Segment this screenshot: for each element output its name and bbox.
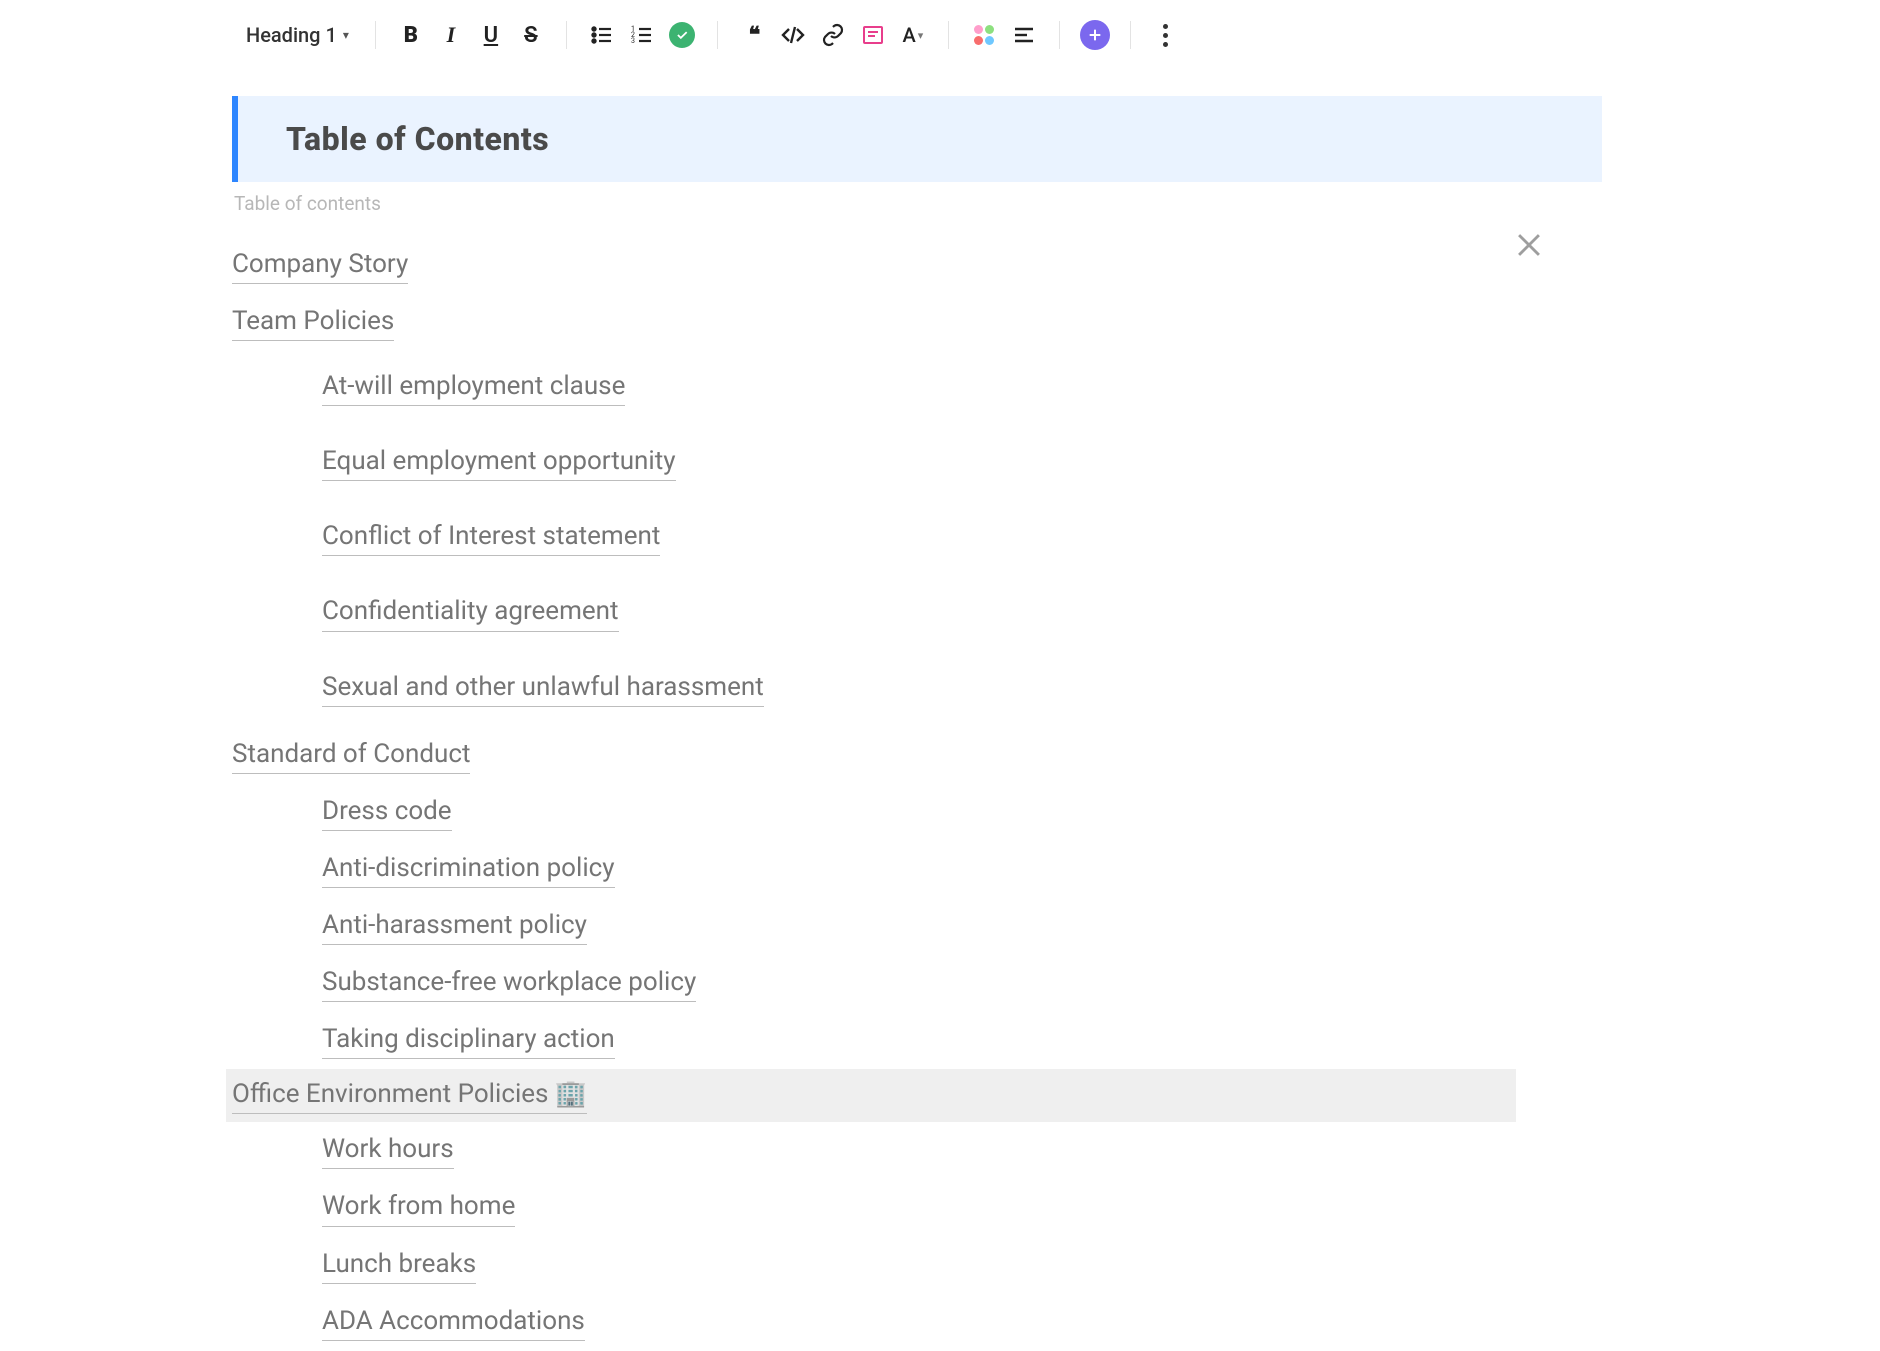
numbered-list-button[interactable]: 1 2 3	[627, 20, 657, 50]
toc-subtitle: Table of contents	[234, 192, 1602, 215]
toc-link[interactable]: Work hours	[322, 1132, 454, 1169]
check-circle-icon	[669, 22, 695, 48]
toc-link[interactable]: Equal employment opportunity	[322, 444, 676, 481]
toc-list: Company Story Team Policies At-will employ…	[232, 237, 1522, 1351]
toc-row: Confidentiality agreement	[232, 576, 1522, 651]
toc-link[interactable]: Substance-free workplace policy	[322, 965, 696, 1002]
toc-row: Taking disciplinary action	[232, 1012, 1522, 1069]
more-options-button[interactable]	[1151, 20, 1181, 50]
close-button[interactable]	[1512, 228, 1546, 266]
toc-row: ADA Accommodations	[232, 1294, 1522, 1351]
link-button[interactable]	[818, 20, 848, 50]
toc-link[interactable]: Lunch breaks	[322, 1247, 476, 1284]
text-color-label: A	[902, 23, 915, 47]
toc-link[interactable]: Conflict of Interest statement	[322, 519, 660, 556]
heading-style-label: Heading 1	[246, 23, 337, 47]
code-block-button[interactable]	[778, 20, 808, 50]
toolbar-separator	[1059, 21, 1060, 49]
toc-link[interactable]: Taking disciplinary action	[322, 1022, 615, 1059]
toc-banner-title: Table of Contents	[286, 120, 1554, 158]
toc-link[interactable]: Anti-harassment policy	[322, 908, 587, 945]
emoji-picker-button[interactable]	[969, 20, 999, 50]
toc-link[interactable]: Team Policies	[232, 304, 394, 341]
toc-row: Anti-discrimination policy	[232, 841, 1522, 898]
toc-link[interactable]: Anti-discrimination policy	[322, 851, 615, 888]
insert-button[interactable]	[1080, 20, 1110, 50]
italic-button[interactable]: I	[436, 20, 466, 50]
editor-toolbar: Heading 1 ▾ B I U S 1 2 3	[240, 12, 1181, 58]
toc-row: Conflict of Interest statement	[232, 501, 1522, 576]
svg-text:3: 3	[631, 37, 635, 45]
toc-link[interactable]: Office Environment Policies 🏢	[232, 1077, 587, 1114]
chevron-down-icon: ▾	[918, 29, 924, 42]
toc-row: Work from home	[232, 1179, 1522, 1236]
toc-row: Company Story	[232, 237, 1522, 294]
toc-row: Standard of Conduct	[232, 727, 1522, 784]
kebab-menu-icon	[1154, 24, 1178, 47]
toc-row: Dress code	[232, 784, 1522, 841]
align-button[interactable]	[1009, 20, 1039, 50]
toc-row: Team Policies	[232, 294, 1522, 351]
chevron-down-icon: ▾	[343, 28, 349, 42]
toolbar-separator	[948, 21, 949, 49]
toolbar-separator	[1130, 21, 1131, 49]
toc-link[interactable]: At-will employment clause	[322, 369, 625, 406]
toc-link[interactable]: Standard of Conduct	[232, 737, 470, 774]
color-dots-icon	[972, 23, 996, 47]
toc-link[interactable]: Work from home	[322, 1189, 515, 1226]
toc-row: At-will employment clause	[232, 351, 1522, 426]
toolbar-separator	[717, 21, 718, 49]
toc-row: Work hours	[232, 1122, 1522, 1179]
bulleted-list-button[interactable]	[587, 20, 617, 50]
heading-style-select[interactable]: Heading 1 ▾	[240, 23, 355, 47]
toc-row: Lunch breaks	[232, 1237, 1522, 1294]
toc-link[interactable]: Confidentiality agreement	[322, 594, 619, 631]
underline-button[interactable]: U	[476, 20, 506, 50]
checklist-button[interactable]	[667, 20, 697, 50]
bold-button[interactable]: B	[396, 20, 426, 50]
toc-row: Sexual and other unlawful harassment	[232, 652, 1522, 727]
strikethrough-button[interactable]: S	[516, 20, 546, 50]
toolbar-separator	[375, 21, 376, 49]
blockquote-button[interactable]: ❝	[738, 20, 768, 50]
toc-link[interactable]: Sexual and other unlawful harassment	[322, 670, 764, 707]
toc-link[interactable]: ADA Accommodations	[322, 1304, 585, 1341]
toc-row: Substance-free workplace policy	[232, 955, 1522, 1012]
toc-link[interactable]: Dress code	[322, 794, 452, 831]
document-content: Table of Contents Table of contents Comp…	[232, 96, 1602, 1351]
banner-button[interactable]	[858, 20, 888, 50]
toc-row: Equal employment opportunity	[232, 426, 1522, 501]
plus-circle-icon	[1080, 20, 1110, 50]
text-color-button[interactable]: A ▾	[898, 20, 928, 50]
toolbar-separator	[566, 21, 567, 49]
toc-row: Office Environment Policies 🏢	[226, 1069, 1516, 1122]
toc-link[interactable]: Company Story	[232, 247, 408, 284]
toc-row: Anti-harassment policy	[232, 898, 1522, 955]
toc-banner[interactable]: Table of Contents	[232, 96, 1602, 182]
